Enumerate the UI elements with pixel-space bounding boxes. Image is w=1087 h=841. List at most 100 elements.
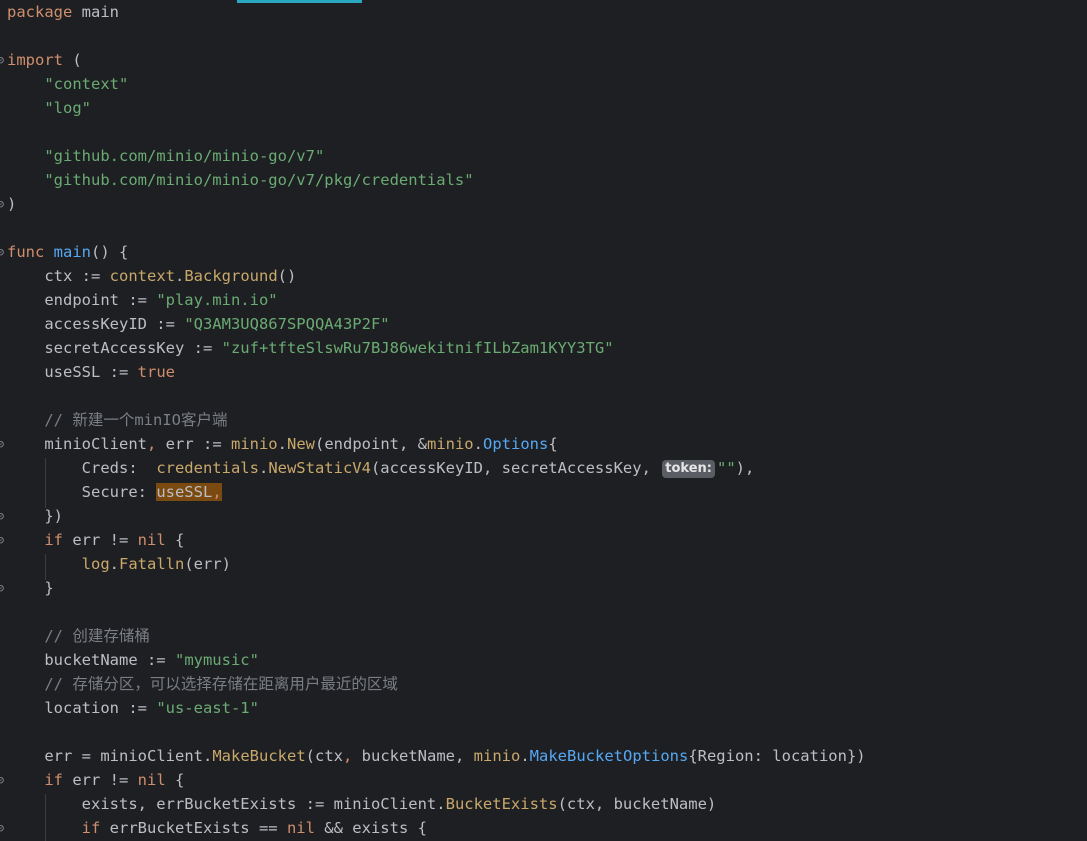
code-line[interactable]: package main — [0, 0, 1087, 24]
code-line[interactable]: ⊝ } — [0, 576, 1087, 600]
code-line[interactable]: ⊝ func main() { — [0, 240, 1087, 264]
code-line[interactable]: "github.com/minio/minio-go/v7" — [0, 144, 1087, 168]
code-text: if errBucketExists == nil && exists { — [7, 816, 427, 840]
code-text: minioClient, err := minio.New(endpoint, … — [7, 432, 557, 456]
code-token: ( — [63, 51, 82, 69]
code-line[interactable]: // 创建存储桶 — [0, 624, 1087, 648]
code-token: nil — [286, 819, 315, 837]
code-text: ctx := context.Background() — [7, 264, 296, 288]
code-text: "log" — [7, 96, 91, 120]
code-line[interactable]: exists, errBucketExists := minioClient.B… — [0, 792, 1087, 816]
code-editor[interactable]: package main ⊝ import ( "context" "log" "g… — [0, 0, 1087, 841]
code-line[interactable]: err = minioClient.MakeBucket(ctx, bucket… — [0, 744, 1087, 768]
code-token: . — [202, 747, 213, 765]
code-token: main — [53, 243, 91, 261]
code-token: exists, errBucketExists := minioClient. — [7, 795, 446, 813]
code-line[interactable]: log.Fatalln(err) — [0, 552, 1087, 576]
code-token: MakeBucketOptions — [529, 747, 689, 765]
code-line[interactable] — [0, 216, 1087, 240]
code-token: "Q3AM3UQ867SPQQA43P2F" — [184, 315, 390, 333]
code-text: accessKeyID := "Q3AM3UQ867SPQQA43P2F" — [7, 312, 390, 336]
code-token: . — [109, 555, 119, 573]
code-token: { — [165, 771, 185, 789]
code-token: err != — [63, 771, 138, 789]
code-token: ctx := — [7, 267, 110, 285]
code-line[interactable]: secretAccessKey := "zuf+tfteSlswRu7BJ86w… — [0, 336, 1087, 360]
code-token: log — [81, 555, 110, 573]
code-token: Options — [483, 435, 549, 453]
code-line[interactable]: ⊝ import ( — [0, 48, 1087, 72]
code-text: }) — [7, 504, 63, 528]
code-line[interactable]: ⊝) — [0, 192, 1087, 216]
code-text: // 新建一个minIO客户端 — [7, 408, 227, 432]
code-line[interactable] — [0, 384, 1087, 408]
code-text: // 创建存储桶 — [7, 624, 150, 648]
code-token: (ctx, bucketName) — [557, 795, 717, 813]
code-line[interactable]: accessKeyID := "Q3AM3UQ867SPQQA43P2F" — [0, 312, 1087, 336]
code-token: context — [109, 267, 175, 285]
code-text: "github.com/minio/minio-go/v7/pkg/creden… — [7, 168, 473, 192]
code-token: nil — [137, 531, 166, 549]
code-text: useSSL := true — [7, 360, 175, 384]
code-token: Secure: — [7, 483, 157, 501]
code-token: endpoint := — [7, 291, 157, 309]
code-line[interactable]: ⊝ if errBucketExists == nil && exists { — [0, 816, 1087, 840]
code-line[interactable] — [0, 120, 1087, 144]
code-line[interactable]: Secure: useSSL, — [0, 480, 1087, 504]
code-token: errBucketExists == — [100, 819, 287, 837]
code-token: minioClient — [7, 435, 147, 453]
code-line[interactable]: ⊝ if err != nil { — [0, 768, 1087, 792]
code-token: minio — [426, 435, 474, 453]
code-token: secretAccessKey := — [7, 339, 222, 357]
code-line[interactable]: bucketName := "mymusic" — [0, 648, 1087, 672]
code-line[interactable]: // 存储分区，可以选择存储在距离用户最近的区域 — [0, 672, 1087, 696]
code-line[interactable] — [0, 720, 1087, 744]
code-token: (accessKeyID, secretAccessKey, — [370, 459, 661, 477]
code-token: "mymusic" — [174, 651, 259, 669]
code-line[interactable]: "context" — [0, 72, 1087, 96]
code-text: if err != nil { — [7, 768, 184, 792]
code-token: , — [212, 483, 222, 501]
code-token: , — [146, 435, 157, 453]
code-text: secretAccessKey := "zuf+tfteSlswRu7BJ86w… — [7, 336, 613, 360]
code-line[interactable]: ⊝ if err != nil { — [0, 528, 1087, 552]
code-token: . — [277, 435, 287, 453]
code-line[interactable] — [0, 600, 1087, 624]
code-line[interactable]: ctx := context.Background() — [0, 264, 1087, 288]
code-line[interactable]: "log" — [0, 96, 1087, 120]
code-text: } — [7, 576, 53, 600]
code-line[interactable]: useSSL := true — [0, 360, 1087, 384]
code-line[interactable]: endpoint := "play.min.io" — [0, 288, 1087, 312]
code-token: BucketExists — [445, 795, 558, 813]
code-line[interactable]: location := "us-east-1" — [0, 696, 1087, 720]
code-token: Creds: — [7, 459, 157, 477]
code-token: ) — [7, 195, 17, 213]
code-line[interactable]: ⊝ }) — [0, 504, 1087, 528]
code-token: () { — [91, 243, 129, 261]
code-line[interactable]: "github.com/minio/minio-go/v7/pkg/creden… — [0, 168, 1087, 192]
code-token: if — [44, 531, 63, 549]
code-token: NewStaticV4 — [268, 459, 371, 477]
code-token: err = — [7, 747, 101, 765]
code-token: true — [137, 363, 175, 381]
code-text: // 存储分区，可以选择存储在距离用户最近的区域 — [7, 672, 398, 696]
code-token: () — [277, 267, 297, 285]
code-token: , — [342, 747, 353, 765]
code-token: (err) — [184, 555, 231, 573]
code-line[interactable] — [0, 24, 1087, 48]
code-token: // 创建存储桶 — [44, 627, 150, 645]
code-token: err := — [156, 435, 231, 453]
code-line[interactable]: ⊝ minioClient, err := minio.New(endpoint… — [0, 432, 1087, 456]
code-token: minio — [230, 435, 278, 453]
code-token: . — [520, 747, 530, 765]
code-line[interactable]: // 新建一个minIO客户端 — [0, 408, 1087, 432]
code-line[interactable]: Creds: credentials.NewStaticV4(accessKey… — [0, 456, 1087, 480]
code-token: minioClient — [100, 747, 203, 765]
